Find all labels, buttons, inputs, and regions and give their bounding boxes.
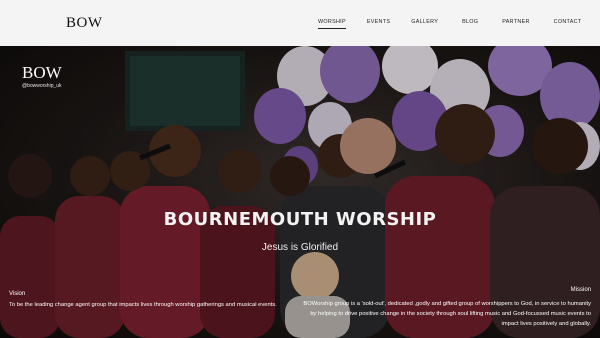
vision-heading: Vision bbox=[9, 291, 26, 297]
nav-item-worship[interactable]: WORSHIP bbox=[318, 19, 346, 29]
mission-text: BOWorship group is a 'sold-out', dedicat… bbox=[303, 301, 591, 328]
brand-logo[interactable]: BOW bbox=[66, 15, 103, 32]
nav-item-gallery[interactable]: GALLERY bbox=[411, 19, 438, 29]
hero-subtitle: Jesus is Glorified bbox=[261, 242, 339, 253]
hero-logo: BOW bbox=[22, 63, 62, 82]
vision-text: To be the leading change agent group tha… bbox=[9, 302, 277, 308]
nav-item-blog[interactable]: BLOG bbox=[462, 19, 478, 29]
mission-heading: Mission bbox=[570, 287, 591, 293]
nav-item-events[interactable]: EVENTS bbox=[367, 19, 390, 29]
hero-social-handle: @bowworship_uk bbox=[22, 83, 62, 89]
nav-item-partner[interactable]: PARTNER bbox=[502, 19, 529, 29]
hero-title: BOURNEMOUTH WORSHIP bbox=[163, 209, 437, 230]
hero-dark-overlay bbox=[0, 46, 600, 338]
main-nav: WORSHIP EVENTS GALLERY BLOG PARTNER CONT… bbox=[318, 19, 581, 29]
hero-section: BOW @bowworship_uk BOURNEMOUTH WORSHIP J… bbox=[0, 46, 600, 338]
nav-item-contact[interactable]: CONTACT bbox=[554, 19, 582, 29]
top-navbar: BOW WORSHIP EVENTS GALLERY BLOG PARTNER … bbox=[0, 0, 600, 46]
